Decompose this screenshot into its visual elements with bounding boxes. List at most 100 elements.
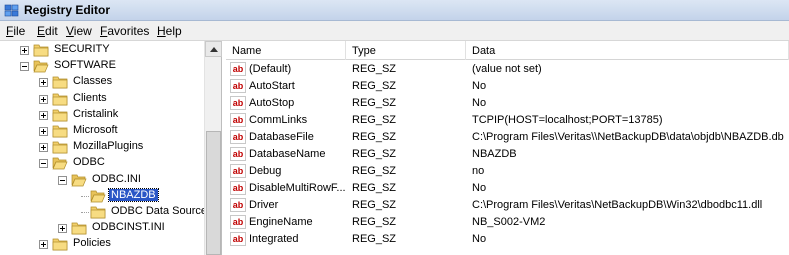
collapse-icon[interactable] [39,159,48,169]
folder-icon [52,158,68,170]
cell-type: REG_SZ [352,165,397,177]
cell-name: DatabaseName [249,148,326,160]
tree-node[interactable]: Classes [0,74,204,90]
cell-name: AutoStop [249,97,295,109]
tree-node-label: ODBC [73,156,105,169]
collapse-icon[interactable] [58,175,67,185]
folder-icon [33,60,49,73]
cell-type: REG_SZ [352,148,397,160]
tree-node[interactable]: MozillaPlugins [0,139,204,155]
cell-name: DatabaseFile [249,131,314,143]
cell-data: no [472,165,485,177]
menu-view[interactable]: View [66,24,92,38]
list-row[interactable]: ab AutoStop REG_SZ No [226,95,789,112]
tree-node[interactable]: Policies [0,236,204,252]
list-row[interactable]: ab Driver REG_SZ C:\Program Files\Veritas\N… [226,197,789,214]
column-header-name[interactable]: Name [226,41,346,60]
tree-node[interactable]: Clients [0,91,204,107]
menu-label: ile [13,24,26,38]
menu-edit[interactable]: Edit [37,24,58,38]
list-row[interactable]: ab Debug REG_SZ no [226,163,789,180]
tree-node-label: Cristalink [73,107,119,120]
tree-node-label: Clients [73,91,107,104]
tree-node[interactable]: ODBC Data Sources [0,204,212,220]
cell-name: DisableMultiRowF... [249,182,345,194]
list-row[interactable]: ab (Default) REG_SZ (value not set) [226,61,789,78]
tree-node[interactable]: NBAZDB [0,187,204,204]
menu-help[interactable]: Help [157,24,182,38]
string-value-icon: ab [230,130,246,144]
string-value-icon: ab [230,147,246,161]
list-row[interactable]: ab DatabaseFile REG_SZ C:\Program Files\Ver… [226,129,789,146]
cell-type: REG_SZ [352,80,397,92]
tree-node[interactable]: ODBCINST.INI [0,220,204,236]
collapse-icon[interactable] [20,62,29,72]
cell-data: No [472,80,487,92]
cell-type: REG_SZ [352,131,397,143]
string-value-icon: ab [230,215,246,229]
expand-icon[interactable] [39,110,48,120]
tree-node[interactable]: ODBC.INI [0,172,204,188]
cell-data: NB_S002-VM2 [472,216,546,228]
expand-icon[interactable] [39,78,48,88]
folder-icon [33,44,49,57]
menu-accel: H [157,24,166,38]
list-row[interactable]: ab AutoStart REG_SZ No [226,78,789,95]
list-row[interactable]: ab EngineName REG_SZ NB_S002-VM2 [226,214,789,231]
folder-icon [90,206,106,219]
expand-icon[interactable] [58,224,67,234]
tree-node-label: SECURITY [54,43,110,55]
list-row[interactable]: ab DatabaseName REG_SZ NBAZDB [226,146,789,163]
expand-icon[interactable] [39,127,48,136]
tree-node-label: Classes [73,75,113,88]
key-tree[interactable]: SECURITY SOFTWARE Classes Clients Cristalink… [0,41,222,255]
tree-node[interactable]: Cristalink [0,107,204,123]
expand-icon[interactable] [20,46,29,55]
tree-node[interactable]: Microsoft [0,123,204,139]
cell-name: (Default) [249,63,292,75]
menu-favorites[interactable]: Favorites [100,24,149,38]
tree-node[interactable]: SECURITY [0,42,204,58]
folder-icon [71,174,87,186]
string-value-icon: ab [230,181,246,195]
registry-editor-icon [4,4,19,17]
cell-type: REG_SZ [352,182,397,194]
cell-data: No [472,233,487,245]
cell-data: (value not set) [472,63,542,75]
tree-node-label: ODBC.INI [92,172,141,185]
string-value-icon: ab [230,62,246,76]
cell-name: Debug [249,165,282,177]
string-value-icon: ab [230,96,246,110]
menu-label: dit [45,24,58,38]
menu-file[interactable]: File [6,24,25,38]
folder-icon [52,109,68,122]
list-row[interactable]: ab CommLinks REG_SZ TCPIP(HOST=localhost;PO… [226,112,789,129]
cell-type: REG_SZ [352,233,397,245]
tree-node[interactable]: SOFTWARE [0,58,204,74]
menu-bar: File Edit View Favorites Help [0,21,789,41]
cell-data: C:\Program Files\Veritas\\NetBackupDB\da… [472,131,784,143]
cell-name: AutoStart [249,80,295,92]
column-header-type[interactable]: Type [346,41,466,60]
cell-data: No [472,182,487,194]
scroll-up-button[interactable] [205,41,222,57]
cell-type: REG_SZ [352,114,397,126]
menu-label: iew [73,24,92,38]
folder-icon [52,77,68,89]
cell-type: REG_SZ [352,97,397,109]
tree-scrollbar[interactable] [204,41,222,255]
expand-icon[interactable] [39,94,48,104]
list-row[interactable]: ab Integrated REG_SZ No [226,231,789,248]
scroll-thumb[interactable] [206,131,221,255]
cell-type: REG_SZ [352,63,397,75]
tree-node[interactable]: ODBC [0,155,204,171]
column-header-data[interactable]: Data [466,41,789,60]
expand-icon[interactable] [39,143,48,153]
string-value-icon: ab [230,164,246,178]
list-row[interactable]: ab DisableMultiRowF... REG_SZ No [226,180,789,197]
tree-node-label: NBAZDB [108,187,159,202]
tree-node-label: ODBCINST.INI [92,221,165,234]
values-list[interactable]: Name Type Data ab (Default) REG_SZ (value n… [226,41,789,255]
window-title: Registry Editor [24,3,111,17]
expand-icon[interactable] [39,240,48,250]
